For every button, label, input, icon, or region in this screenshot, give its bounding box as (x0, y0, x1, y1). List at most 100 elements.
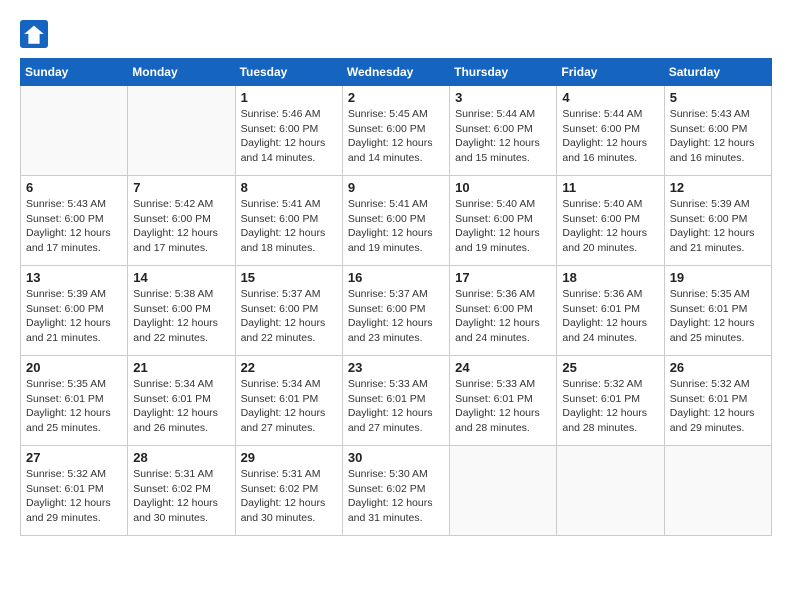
day-number: 5 (670, 90, 766, 105)
day-number: 19 (670, 270, 766, 285)
weekday-header-monday: Monday (128, 59, 235, 86)
day-number: 8 (241, 180, 337, 195)
weekday-header-sunday: Sunday (21, 59, 128, 86)
calendar-cell: 7 Sunrise: 5:42 AM Sunset: 6:00 PM Daylig… (128, 176, 235, 266)
calendar-cell: 28Sunrise: 5:31 AM Sunset: 6:02 PM Dayli… (128, 446, 235, 536)
calendar-cell: 15 Sunrise: 5:37 AM Sunset: 6:00 PM Dayli… (235, 266, 342, 356)
day-detail: Sunrise: 5:44 AM Sunset: 6:00 PM Dayligh… (455, 107, 551, 166)
day-detail: Sunrise: 5:33 AM Sunset: 6:01 PM Dayligh… (348, 377, 444, 436)
day-detail: Sunrise: 5:34 AM Sunset: 6:01 PM Dayligh… (133, 377, 229, 436)
day-detail: Sunrise: 5:45 AM Sunset: 6:00 PM Dayligh… (348, 107, 444, 166)
weekday-header-thursday: Thursday (450, 59, 557, 86)
day-number: 30 (348, 450, 444, 465)
calendar-cell: 13 Sunrise: 5:39 AM Sunset: 6:00 PM Dayli… (21, 266, 128, 356)
day-detail: Sunrise: 5:31 AM Sunset: 6:02 PM Dayligh… (241, 467, 337, 526)
calendar-cell: 25Sunrise: 5:32 AM Sunset: 6:01 PM Dayli… (557, 356, 664, 446)
day-detail: Sunrise: 5:30 AM Sunset: 6:02 PM Dayligh… (348, 467, 444, 526)
day-detail: Sunrise: 5:32 AM Sunset: 6:01 PM Dayligh… (26, 467, 122, 526)
day-number: 6 (26, 180, 122, 195)
calendar-cell: 10Sunrise: 5:40 AM Sunset: 6:00 PM Dayli… (450, 176, 557, 266)
day-number: 22 (241, 360, 337, 375)
calendar-cell: 20 Sunrise: 5:35 AM Sunset: 6:01 PM Dayli… (21, 356, 128, 446)
calendar-cell (557, 446, 664, 536)
day-detail: Sunrise: 5:37 AM Sunset: 6:00 PM Dayligh… (241, 287, 337, 346)
calendar-cell: 19 Sunrise: 5:35 AM Sunset: 6:01 PM Dayli… (664, 266, 771, 356)
calendar-table: SundayMondayTuesdayWednesdayThursdayFrid… (20, 58, 772, 536)
day-number: 21 (133, 360, 229, 375)
day-number: 12 (670, 180, 766, 195)
day-detail: Sunrise: 5:40 AM Sunset: 6:00 PM Dayligh… (562, 197, 658, 256)
weekday-header-wednesday: Wednesday (342, 59, 449, 86)
week-row-4: 20 Sunrise: 5:35 AM Sunset: 6:01 PM Dayli… (21, 356, 772, 446)
day-detail: Sunrise: 5:42 AM Sunset: 6:00 PM Dayligh… (133, 197, 229, 256)
calendar-cell: 21 Sunrise: 5:34 AM Sunset: 6:01 PM Dayli… (128, 356, 235, 446)
calendar-cell: 2 Sunrise: 5:45 AM Sunset: 6:00 PM Daylig… (342, 86, 449, 176)
calendar-cell: 11 Sunrise: 5:40 AM Sunset: 6:00 PM Dayli… (557, 176, 664, 266)
day-number: 14 (133, 270, 229, 285)
calendar-cell: 27 Sunrise: 5:32 AM Sunset: 6:01 PM Dayli… (21, 446, 128, 536)
calendar-cell: 22 Sunrise: 5:34 AM Sunset: 6:01 PM Dayli… (235, 356, 342, 446)
week-row-3: 13 Sunrise: 5:39 AM Sunset: 6:00 PM Dayli… (21, 266, 772, 356)
calendar-cell: 4 Sunrise: 5:44 AM Sunset: 6:00 PM Daylig… (557, 86, 664, 176)
day-number: 1 (241, 90, 337, 105)
day-number: 13 (26, 270, 122, 285)
calendar-cell: 1 Sunrise: 5:46 AM Sunset: 6:00 PM Daylig… (235, 86, 342, 176)
calendar-cell: 24 Sunrise: 5:33 AM Sunset: 6:01 PM Dayli… (450, 356, 557, 446)
calendar-cell (664, 446, 771, 536)
calendar-cell: 17 Sunrise: 5:36 AM Sunset: 6:00 PM Dayli… (450, 266, 557, 356)
day-number: 18 (562, 270, 658, 285)
day-number: 23 (348, 360, 444, 375)
calendar-cell (450, 446, 557, 536)
calendar-cell: 30 Sunrise: 5:30 AM Sunset: 6:02 PM Dayli… (342, 446, 449, 536)
calendar-cell: 9 Sunrise: 5:41 AM Sunset: 6:00 PM Daylig… (342, 176, 449, 266)
calendar-cell: 8 Sunrise: 5:41 AM Sunset: 6:00 PM Daylig… (235, 176, 342, 266)
calendar-cell: 16Sunrise: 5:37 AM Sunset: 6:00 PM Dayli… (342, 266, 449, 356)
day-number: 17 (455, 270, 551, 285)
day-number: 7 (133, 180, 229, 195)
week-row-2: 6 Sunrise: 5:43 AM Sunset: 6:00 PM Daylig… (21, 176, 772, 266)
calendar-cell: 26Sunrise: 5:32 AM Sunset: 6:01 PM Dayli… (664, 356, 771, 446)
day-number: 11 (562, 180, 658, 195)
calendar-cell: 29 Sunrise: 5:31 AM Sunset: 6:02 PM Dayli… (235, 446, 342, 536)
day-detail: Sunrise: 5:33 AM Sunset: 6:01 PM Dayligh… (455, 377, 551, 436)
day-number: 20 (26, 360, 122, 375)
calendar-cell (128, 86, 235, 176)
weekday-header-friday: Friday (557, 59, 664, 86)
calendar-cell: 6 Sunrise: 5:43 AM Sunset: 6:00 PM Daylig… (21, 176, 128, 266)
calendar-cell: 23 Sunrise: 5:33 AM Sunset: 6:01 PM Dayli… (342, 356, 449, 446)
day-detail: Sunrise: 5:39 AM Sunset: 6:00 PM Dayligh… (670, 197, 766, 256)
day-detail: Sunrise: 5:34 AM Sunset: 6:01 PM Dayligh… (241, 377, 337, 436)
day-detail: Sunrise: 5:32 AM Sunset: 6:01 PM Dayligh… (562, 377, 658, 436)
day-number: 15 (241, 270, 337, 285)
day-detail: Sunrise: 5:36 AM Sunset: 6:01 PM Dayligh… (562, 287, 658, 346)
week-row-5: 27 Sunrise: 5:32 AM Sunset: 6:01 PM Dayli… (21, 446, 772, 536)
day-detail: Sunrise: 5:43 AM Sunset: 6:00 PM Dayligh… (670, 107, 766, 166)
calendar-cell: 5 Sunrise: 5:43 AM Sunset: 6:00 PM Daylig… (664, 86, 771, 176)
day-detail: Sunrise: 5:44 AM Sunset: 6:00 PM Dayligh… (562, 107, 658, 166)
day-detail: Sunrise: 5:35 AM Sunset: 6:01 PM Dayligh… (26, 377, 122, 436)
day-detail: Sunrise: 5:37 AM Sunset: 6:00 PM Dayligh… (348, 287, 444, 346)
day-detail: Sunrise: 5:41 AM Sunset: 6:00 PM Dayligh… (348, 197, 444, 256)
day-number: 10 (455, 180, 551, 195)
day-detail: Sunrise: 5:36 AM Sunset: 6:00 PM Dayligh… (455, 287, 551, 346)
day-detail: Sunrise: 5:35 AM Sunset: 6:01 PM Dayligh… (670, 287, 766, 346)
calendar-cell: 18 Sunrise: 5:36 AM Sunset: 6:01 PM Dayli… (557, 266, 664, 356)
day-number: 27 (26, 450, 122, 465)
day-detail: Sunrise: 5:39 AM Sunset: 6:00 PM Dayligh… (26, 287, 122, 346)
day-number: 29 (241, 450, 337, 465)
weekday-header-tuesday: Tuesday (235, 59, 342, 86)
day-detail: Sunrise: 5:46 AM Sunset: 6:00 PM Dayligh… (241, 107, 337, 166)
day-number: 24 (455, 360, 551, 375)
day-number: 2 (348, 90, 444, 105)
day-detail: Sunrise: 5:31 AM Sunset: 6:02 PM Dayligh… (133, 467, 229, 526)
day-detail: Sunrise: 5:43 AM Sunset: 6:00 PM Dayligh… (26, 197, 122, 256)
calendar-cell (21, 86, 128, 176)
day-number: 4 (562, 90, 658, 105)
weekday-header-row: SundayMondayTuesdayWednesdayThursdayFrid… (21, 59, 772, 86)
day-detail: Sunrise: 5:41 AM Sunset: 6:00 PM Dayligh… (241, 197, 337, 256)
calendar-cell: 14 Sunrise: 5:38 AM Sunset: 6:00 PM Dayli… (128, 266, 235, 356)
logo (20, 20, 52, 48)
day-number: 3 (455, 90, 551, 105)
day-number: 9 (348, 180, 444, 195)
day-detail: Sunrise: 5:38 AM Sunset: 6:00 PM Dayligh… (133, 287, 229, 346)
